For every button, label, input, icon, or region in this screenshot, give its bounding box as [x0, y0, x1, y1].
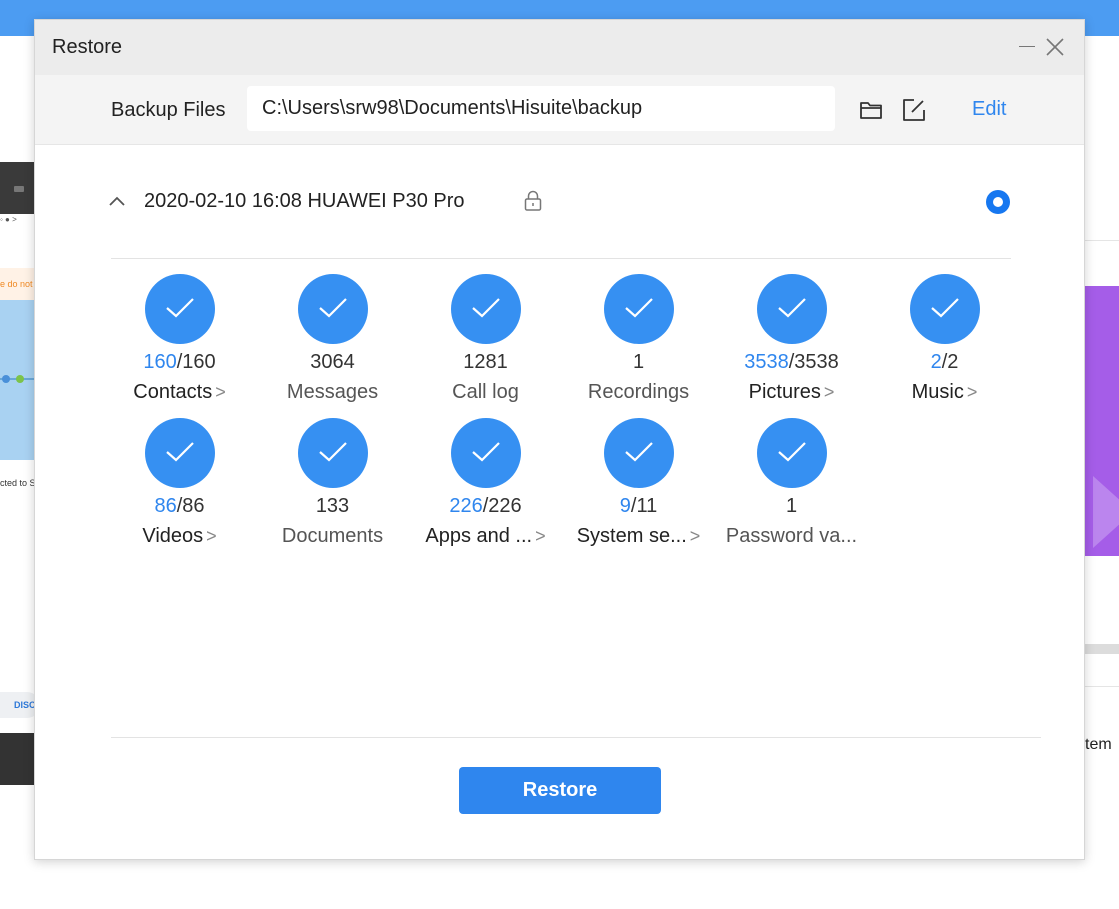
item-label: Pictures > — [748, 381, 835, 403]
backup-entry-name: 2020-02-10 16:08 HUAWEI P30 Pro — [144, 190, 465, 212]
chevron-right-icon: > — [215, 382, 226, 402]
background-left-warning: e do not — [0, 268, 36, 300]
data-item-call-log[interactable]: 1281 Call log — [409, 274, 562, 414]
data-item-music[interactable]: 2/2 Music > — [868, 274, 1021, 414]
checked-icon[interactable] — [910, 274, 980, 344]
background-right-scrollbar — [1085, 644, 1119, 654]
data-item-system-settings[interactable]: 9/11 System se... > — [562, 418, 715, 558]
item-label: Call log — [452, 381, 519, 403]
checked-icon[interactable] — [757, 274, 827, 344]
item-label: Music > — [911, 381, 978, 403]
chevron-right-icon: > — [966, 382, 978, 402]
dialog-title: Restore — [52, 36, 123, 58]
edit-icon[interactable] — [901, 97, 927, 123]
data-item-contacts[interactable]: 160/160 Contacts > — [103, 274, 256, 414]
item-count: 2/2 — [930, 351, 959, 373]
item-label: System se... > — [576, 525, 701, 547]
data-item-apps[interactable]: 226/226 Apps and ... > — [409, 418, 562, 558]
backup-path-field[interactable]: C:\Users\srw98\Documents\Hisuite\backup — [247, 86, 835, 131]
chevron-right-icon: > — [535, 526, 546, 546]
background-left-bottom-bar — [0, 733, 36, 785]
item-count: 3538/3538 — [744, 351, 839, 373]
folder-icon[interactable] — [859, 98, 883, 122]
item-label: Apps and ... > — [425, 525, 546, 547]
checked-icon[interactable] — [298, 274, 368, 344]
background-connector-dot — [2, 375, 10, 383]
lock-icon — [524, 190, 542, 211]
data-item-password-vault[interactable]: 1 Password va... — [715, 418, 868, 558]
data-item-documents[interactable]: 133 Documents — [256, 418, 409, 558]
background-left-caption: cted to S — [0, 478, 36, 488]
checked-icon[interactable] — [451, 418, 521, 488]
background-right-divider — [1085, 240, 1119, 241]
background-right-banner — [1085, 286, 1119, 556]
play-icon — [1093, 476, 1119, 548]
item-count: 1281 — [463, 351, 508, 373]
checked-icon[interactable] — [604, 418, 674, 488]
item-label: Documents — [281, 525, 384, 547]
checked-icon[interactable] — [757, 418, 827, 488]
background-right-divider — [1085, 686, 1119, 687]
minimize-icon[interactable] — [1019, 46, 1035, 47]
checked-icon[interactable] — [604, 274, 674, 344]
background-right-text: tem — [1085, 736, 1112, 753]
data-item-recordings[interactable]: 1 Recordings — [562, 274, 715, 414]
data-item-pictures[interactable]: 3538/3538 Pictures > — [715, 274, 868, 414]
item-count: 133 — [315, 495, 350, 517]
data-item-messages[interactable]: 3064 Messages — [256, 274, 409, 414]
backup-entry-header[interactable]: 2020-02-10 16:08 HUAWEI P30 Pro — [107, 180, 1017, 224]
background-left-panel — [0, 300, 36, 460]
backup-files-label: Backup Files — [111, 99, 226, 121]
background-left-toolbar — [0, 162, 36, 214]
divider — [111, 737, 1041, 738]
item-count: 1 — [632, 351, 645, 373]
item-label: Messages — [286, 381, 379, 403]
item-count: 3064 — [310, 351, 355, 373]
chevron-right-icon: > — [823, 382, 835, 402]
dialog-titlebar: Restore — [35, 20, 1084, 75]
close-icon[interactable] — [1044, 36, 1066, 58]
item-label: Password va... — [725, 525, 858, 547]
restore-dialog: Restore Backup Files C:\Users\srw98\Docu… — [34, 19, 1085, 860]
item-count: 226/226 — [449, 495, 522, 517]
background-connector-dot — [16, 375, 24, 383]
item-count: 1 — [785, 495, 798, 517]
checked-icon[interactable] — [145, 418, 215, 488]
background-left-dots: ◦ ● > — [0, 215, 17, 224]
checked-icon[interactable] — [298, 418, 368, 488]
restore-button[interactable]: Restore — [459, 767, 661, 814]
chevron-right-icon: > — [206, 526, 217, 546]
backup-path-bar: Backup Files C:\Users\srw98\Documents\Hi… — [35, 75, 1084, 145]
item-label: Videos > — [142, 525, 217, 547]
checked-icon[interactable] — [451, 274, 521, 344]
item-count: 160/160 — [143, 351, 216, 373]
checked-icon[interactable] — [145, 274, 215, 344]
chevron-right-icon: > — [689, 526, 701, 546]
data-item-videos[interactable]: 86/86 Videos > — [103, 418, 256, 558]
chevron-up-icon[interactable] — [107, 194, 127, 208]
item-label: Recordings — [587, 381, 690, 403]
item-count: 9/11 — [619, 495, 658, 517]
backup-select-radio[interactable] — [986, 190, 1010, 214]
item-label: Contacts > — [133, 381, 226, 403]
edit-link[interactable]: Edit — [972, 98, 1006, 121]
divider — [111, 258, 1011, 259]
item-count: 86/86 — [154, 495, 205, 517]
